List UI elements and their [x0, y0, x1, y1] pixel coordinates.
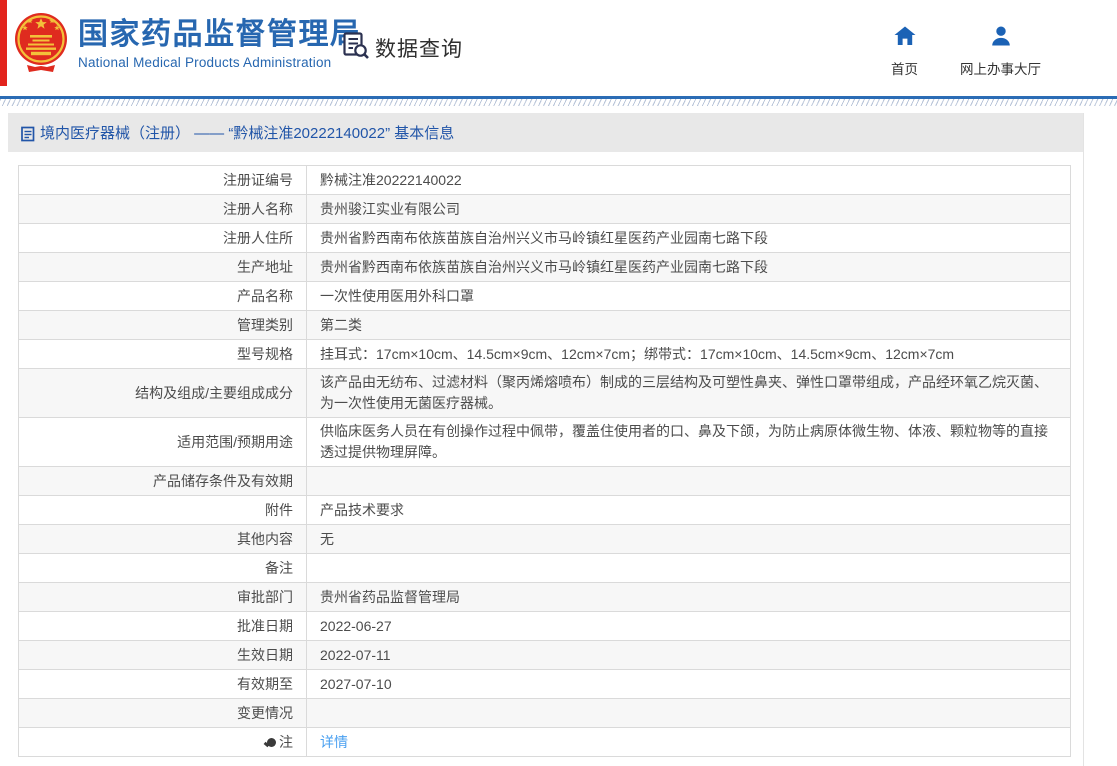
row-value: 一次性使用医用外科口罩	[306, 281, 1071, 311]
row-label: 管理类别	[18, 310, 307, 340]
row-label: 结构及组成/主要组成成分	[18, 368, 307, 418]
row-value: 无	[306, 524, 1071, 554]
content-container: 境内医疗器械（注册） —— “黔械注准20222140022” 基本信息 注册证…	[8, 113, 1084, 766]
table-row: 批准日期 2022-06-27	[18, 611, 1071, 641]
site-logo[interactable]: 国家药品监督管理局 National Medical Products Admi…	[13, 8, 362, 80]
row-label: 注	[18, 727, 307, 757]
row-label: 注册人住所	[18, 223, 307, 253]
row-label: 产品储存条件及有效期	[18, 466, 307, 496]
agency-name-en: National Medical Products Administration	[78, 55, 332, 70]
hatch-band	[0, 99, 1117, 106]
table-row: 注册人住所 贵州省黔西南布依族苗族自治州兴义市马岭镇红星医药产业园南七路下段	[18, 223, 1071, 253]
row-value	[306, 466, 1071, 496]
table-row: 注册证编号 黔械注准20222140022	[18, 165, 1071, 195]
table-row: 生效日期 2022-07-11	[18, 640, 1071, 670]
table-row: 生产地址 贵州省黔西南布依族苗族自治州兴义市马岭镇红星医药产业园南七路下段	[18, 252, 1071, 282]
breadcrumb: 境内医疗器械（注册） —— “黔械注准20222140022” 基本信息	[8, 113, 1083, 152]
table-row: 变更情况	[18, 698, 1071, 728]
row-value: 供临床医务人员在有创操作过程中佩带，覆盖住使用者的口、鼻及下颌，为防止病原体微生…	[306, 417, 1071, 467]
row-label: 批准日期	[18, 611, 307, 641]
row-value: 2027-07-10	[306, 669, 1071, 699]
table-row: 型号规格 挂耳式：17cm×10cm、14.5cm×9cm、12cm×7cm；绑带…	[18, 339, 1071, 369]
table-row: 备注	[18, 553, 1071, 583]
row-label: 型号规格	[18, 339, 307, 369]
bulb-icon	[267, 737, 276, 747]
nav-label-online-hall: 网上办事大厅	[960, 62, 1041, 77]
nav-item-home[interactable]: 首页	[891, 26, 918, 78]
row-label: 有效期至	[18, 669, 307, 699]
national-emblem-icon	[13, 8, 69, 80]
table-row: 管理类别 第二类	[18, 310, 1071, 340]
row-label: 附件	[18, 495, 307, 525]
row-value: 贵州省药品监督管理局	[306, 582, 1071, 612]
row-label: 变更情况	[18, 698, 307, 728]
details-link[interactable]: 详情	[320, 734, 348, 750]
info-table: 注册证编号 黔械注准20222140022 注册人名称 贵州骏江实业有限公司 注册人住所…	[18, 165, 1071, 757]
table-row: 有效期至 2027-07-10	[18, 669, 1071, 699]
red-accent-strip	[0, 0, 7, 86]
table-row: 注册人名称 贵州骏江实业有限公司	[18, 194, 1071, 224]
row-label: 注册人名称	[18, 194, 307, 224]
row-value	[306, 698, 1071, 728]
table-row: 其他内容无	[18, 524, 1071, 554]
row-value: 2022-06-27	[306, 611, 1071, 641]
top-nav: 首页 网上办事大厅	[891, 26, 1041, 78]
row-value: 2022-07-11	[306, 640, 1071, 670]
row-label: 其他内容	[18, 524, 307, 554]
data-query-label: 数据查询	[375, 38, 463, 61]
home-icon	[894, 26, 916, 51]
breadcrumb-text: 境内医疗器械（注册） —— “黔械注准20222140022” 基本信息	[40, 125, 455, 142]
row-label: 产品名称	[18, 281, 307, 311]
row-value: 产品技术要求	[306, 495, 1071, 525]
row-value	[306, 553, 1071, 583]
table-row: 审批部门 贵州省药品监督管理局	[18, 582, 1071, 612]
table-row: 注详情	[18, 727, 1071, 757]
doc-search-icon	[341, 31, 370, 65]
row-label: 备注	[18, 553, 307, 583]
row-value: 详情	[306, 727, 1071, 757]
table-row: 附件 产品技术要求	[18, 495, 1071, 525]
table-row: 产品储存条件及有效期	[18, 466, 1071, 496]
site-header: 国家药品监督管理局 National Medical Products Admi…	[0, 0, 1117, 96]
row-value: 挂耳式：17cm×10cm、14.5cm×9cm、12cm×7cm；绑带式：17…	[306, 339, 1071, 369]
row-label: 审批部门	[18, 582, 307, 612]
table-row: 产品名称 一次性使用医用外科口罩	[18, 281, 1071, 311]
info-table-body: 注册证编号 黔械注准20222140022 注册人名称 贵州骏江实业有限公司 注册人住所…	[18, 165, 1071, 757]
nav-item-online-hall[interactable]: 网上办事大厅	[960, 26, 1041, 78]
row-label: 生产地址	[18, 252, 307, 282]
document-icon	[21, 126, 35, 142]
row-value: 贵州省黔西南布依族苗族自治州兴义市马岭镇红星医药产业园南七路下段	[306, 223, 1071, 253]
row-value: 第二类	[306, 310, 1071, 340]
row-label: 适用范围/预期用途	[18, 417, 307, 467]
table-row: 适用范围/预期用途 供临床医务人员在有创操作过程中佩带，覆盖住使用者的口、鼻及下颌…	[18, 417, 1071, 467]
agency-name-zh: 国家药品监督管理局	[78, 18, 362, 51]
row-label: 生效日期	[18, 640, 307, 670]
brand-text: 国家药品监督管理局 National Medical Products Admi…	[78, 18, 362, 70]
row-value: 贵州骏江实业有限公司	[306, 194, 1071, 224]
user-icon	[990, 26, 1012, 51]
row-value: 贵州省黔西南布依族苗族自治州兴义市马岭镇红星医药产业园南七路下段	[306, 252, 1071, 282]
row-value: 黔械注准20222140022	[306, 165, 1071, 195]
row-value: 该产品由无纺布、过滤材料（聚丙烯熔喷布）制成的三层结构及可塑性鼻夹、弹性口罩带组…	[306, 368, 1071, 418]
table-row: 结构及组成/主要组成成分 该产品由无纺布、过滤材料（聚丙烯熔喷布）制成的三层结构及…	[18, 368, 1071, 418]
nav-label-home: 首页	[891, 62, 918, 77]
row-label: 注册证编号	[18, 165, 307, 195]
data-query-link[interactable]: 数据查询	[341, 31, 463, 65]
